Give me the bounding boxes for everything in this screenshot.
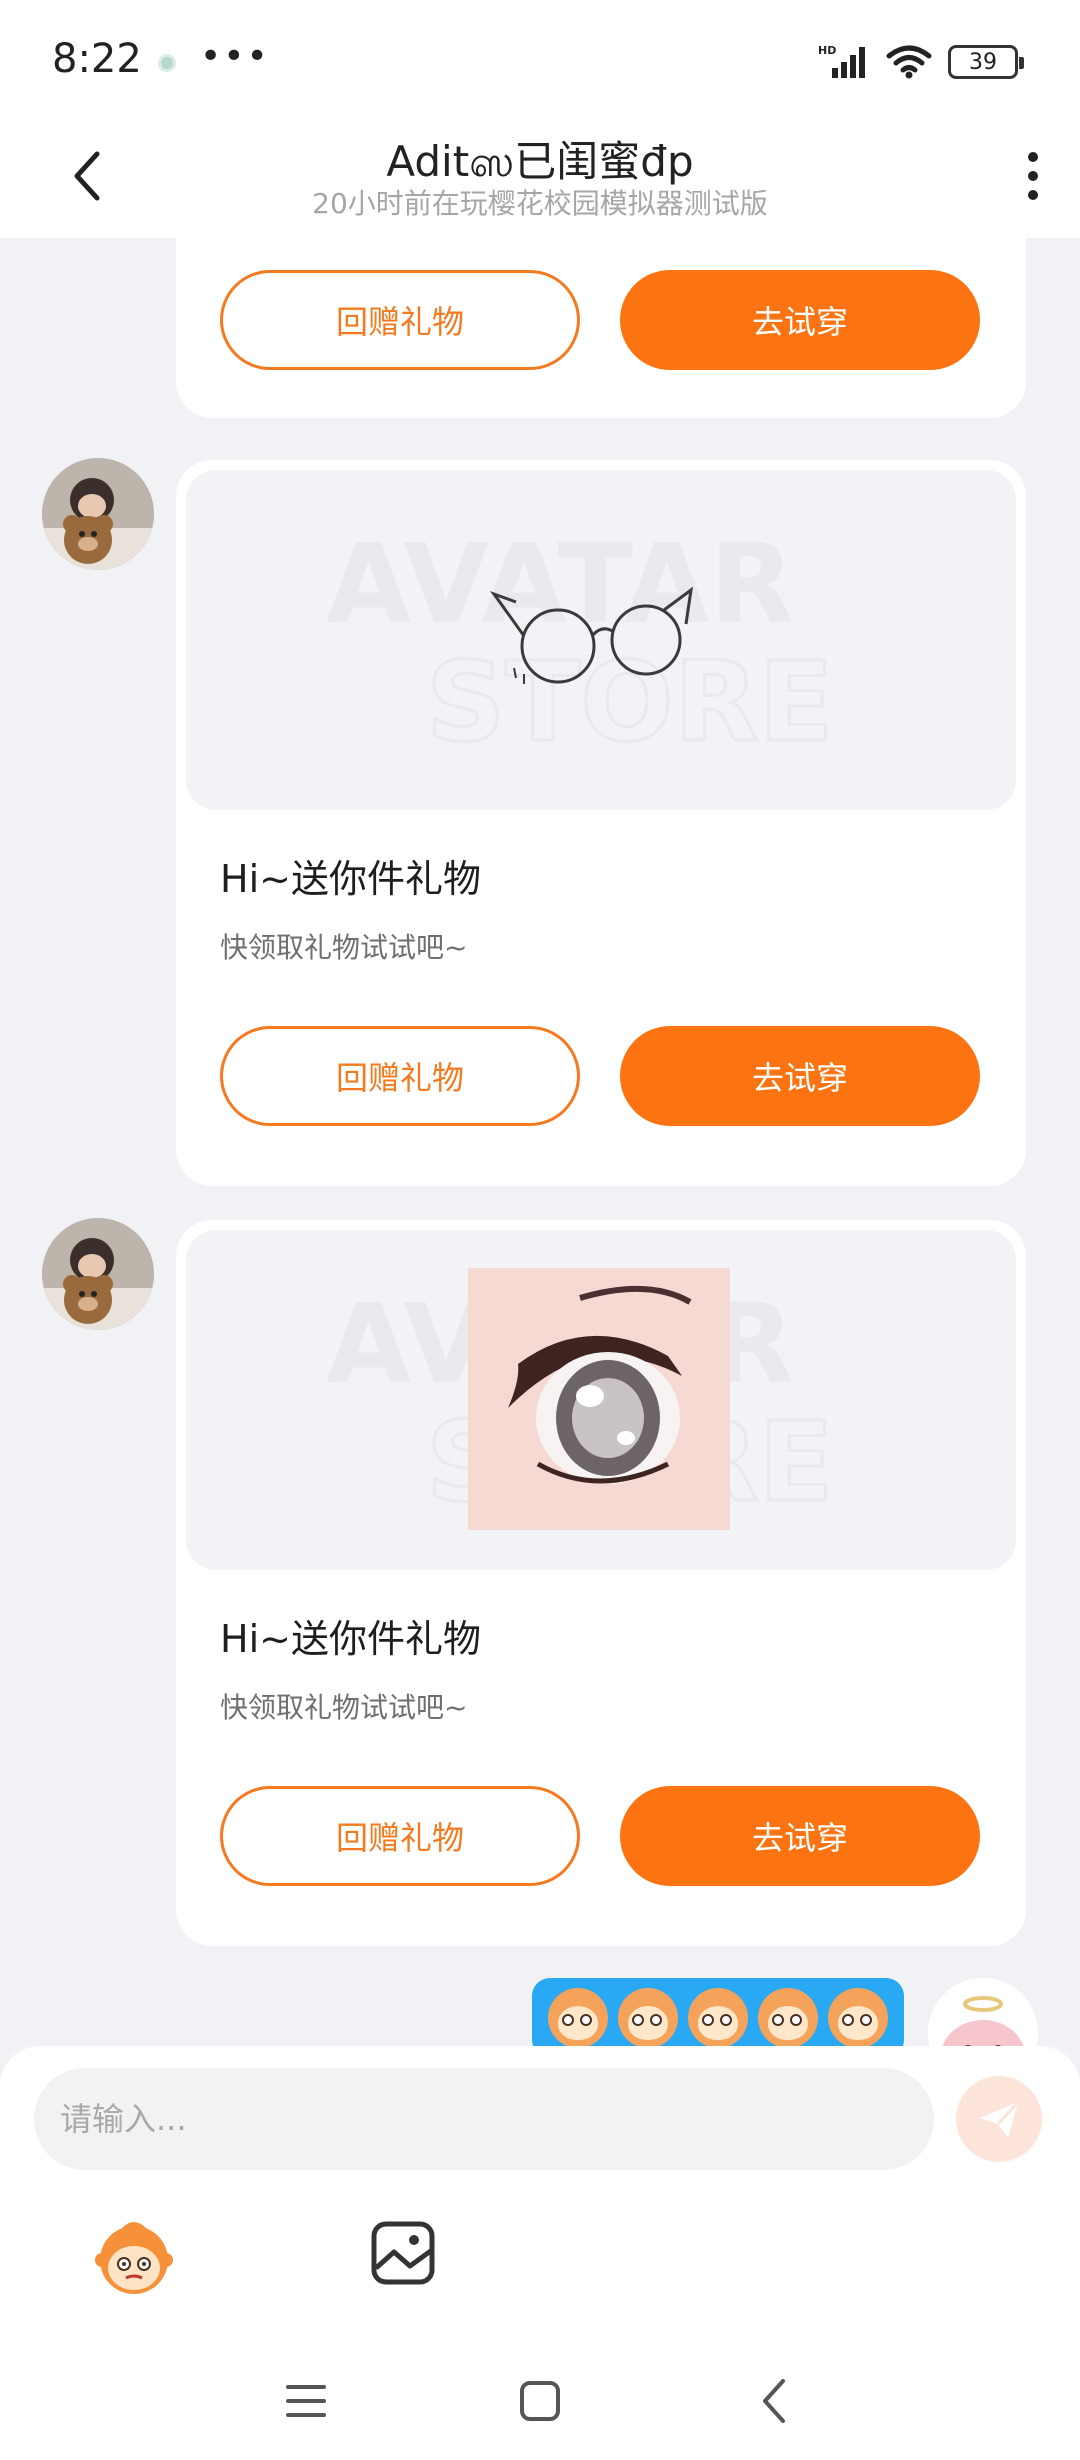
- glasses-icon: [489, 586, 694, 684]
- chat-status-subtitle: 20小时前在玩樱花校园模拟器测试版: [312, 187, 768, 220]
- monkey-emoji-icon: [548, 1988, 608, 2048]
- emoji-message-bubble[interactable]: [532, 1978, 904, 2048]
- return-gift-button[interactable]: 回赠礼物: [220, 270, 580, 370]
- emoji-picker-icon[interactable]: [92, 2214, 176, 2298]
- monkey-emoji-icon: [618, 1988, 678, 2048]
- hd-label: HD: [818, 44, 836, 57]
- gift-title: Hi~送你件礼物: [220, 857, 481, 901]
- gift-desc: 快领取礼物试试吧~: [220, 1691, 468, 1724]
- signal-icon: HD: [818, 44, 865, 78]
- message-list[interactable]: 回赠礼物 去试穿 AVATAR STORE Hi~送你件礼物 快领取礼物试试吧~…: [0, 238, 1080, 2048]
- image-picker-icon[interactable]: [368, 2216, 440, 2288]
- return-gift-button[interactable]: 回赠礼物: [220, 1026, 580, 1126]
- gift-preview[interactable]: AVATAR STORE: [186, 1230, 1016, 1570]
- status-time: 8:22: [52, 36, 142, 82]
- avatar-photo: [42, 1218, 154, 1330]
- battery-icon: 39: [948, 45, 1024, 79]
- notification-dot-icon: [158, 54, 176, 72]
- status-more-icon: •••: [200, 36, 270, 77]
- more-options-button[interactable]: [998, 136, 1068, 216]
- monkey-emoji-icon: [688, 1988, 748, 2048]
- sender-avatar[interactable]: [42, 458, 154, 570]
- avatar-photo: [42, 458, 154, 570]
- gift-preview[interactable]: AVATAR STORE: [186, 470, 1016, 810]
- message-input-box[interactable]: [34, 2068, 934, 2170]
- menu-dot: [1028, 171, 1038, 181]
- send-button[interactable]: [956, 2076, 1042, 2162]
- wifi-icon: [886, 45, 932, 79]
- try-on-button[interactable]: 去试穿: [620, 1026, 980, 1126]
- send-icon: [980, 2100, 1020, 2138]
- gift-title: Hi~送你件礼物: [220, 1617, 481, 1661]
- system-nav-bar: [0, 2346, 1080, 2460]
- sender-avatar[interactable]: [42, 1218, 154, 1330]
- recent-apps-button[interactable]: [266, 2366, 346, 2436]
- square-icon: [520, 2381, 560, 2421]
- self-avatar[interactable]: [928, 1978, 1038, 2048]
- try-on-button[interactable]: 去试穿: [620, 270, 980, 370]
- monkey-emoji-icon: [828, 1988, 888, 2048]
- gift-desc: 快领取礼物试试吧~: [220, 931, 468, 964]
- gift-card: 回赠礼物 去试穿: [176, 238, 1026, 418]
- chevron-left-icon: [763, 2379, 785, 2423]
- monkey-emoji-icon: [758, 1988, 818, 2048]
- return-gift-button[interactable]: 回赠礼物: [220, 1786, 580, 1886]
- system-back-button[interactable]: [734, 2366, 814, 2436]
- menu-dot: [1028, 152, 1038, 162]
- angel-avatar-icon: [928, 1978, 1038, 2048]
- status-icons: HD 39: [818, 42, 1024, 82]
- home-button[interactable]: [500, 2366, 580, 2436]
- gift-card: AVATAR STORE Hi~送你件礼物 快领取礼物试试吧~ 回赠礼物 去试穿: [176, 1220, 1026, 1946]
- gift-card: AVATAR STORE Hi~送你件礼物 快领取礼物试试吧~ 回赠礼物 去试穿: [176, 460, 1026, 1186]
- message-input[interactable]: [60, 2100, 880, 2138]
- anime-eye-icon: [468, 1268, 730, 1530]
- status-bar: 8:22 ••• HD 39: [0, 0, 1080, 120]
- menu-dot: [1028, 190, 1038, 200]
- try-on-button[interactable]: 去试穿: [620, 1786, 980, 1886]
- menu-lines-icon: [286, 2385, 326, 2417]
- chat-header: Aditஸ已闺蜜đp 20小时前在玩樱花校园模拟器测试版: [0, 120, 1080, 238]
